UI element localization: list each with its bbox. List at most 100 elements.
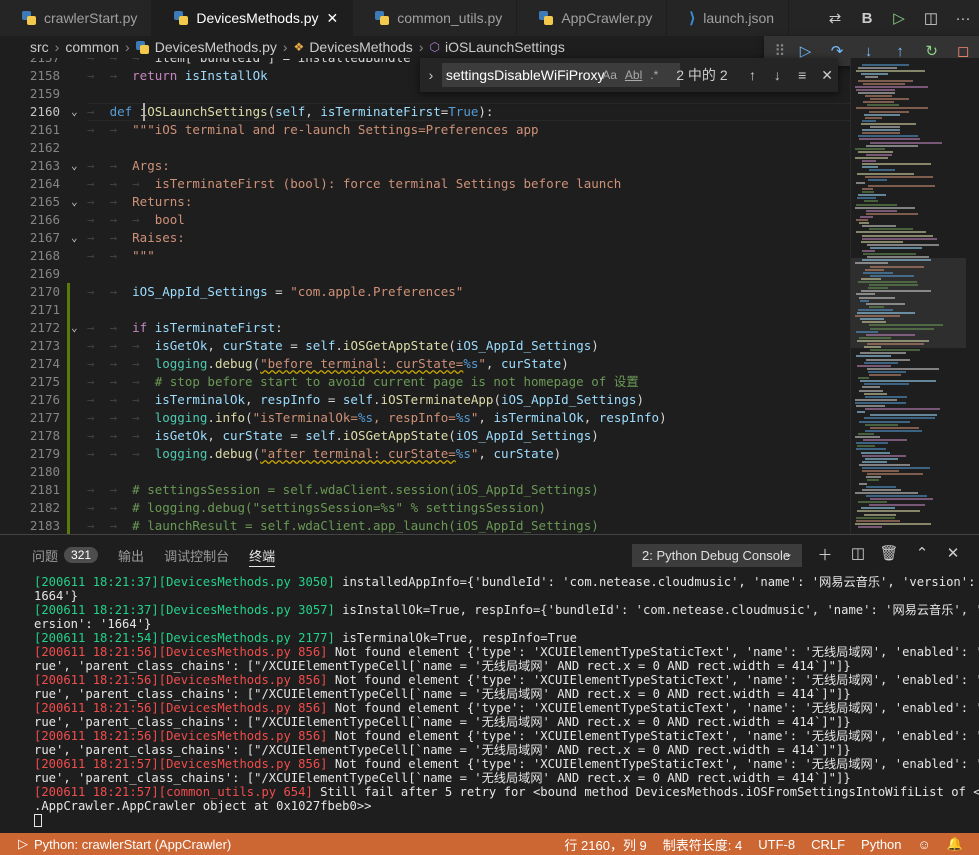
code-line[interactable]: 2161 → → """iOS terminal and re-launch Se… [0, 121, 850, 139]
terminal-line: [200611 18:21:37][DevicesMethods.py 3057… [34, 603, 979, 617]
tab-appcrawler[interactable]: AppCrawler.py [517, 0, 668, 36]
arrow-up-icon[interactable]: ↑ [742, 67, 764, 83]
more-actions-icon[interactable]: ··· [947, 10, 979, 27]
breadcrumb-item[interactable]: DevicesMethods.py [155, 39, 277, 55]
find-input[interactable]: settingsDisableWiFiProxy [441, 63, 681, 87]
minimap-line [867, 256, 929, 259]
minimap-line [858, 79, 913, 82]
close-icon[interactable]: ✕ [942, 544, 964, 562]
breadcrumb-item[interactable]: iOSLaunchSettings [445, 39, 565, 55]
step-into-icon[interactable]: ↓ [853, 43, 885, 60]
code-line[interactable]: 2182 → → # logging.debug("settingsSession… [0, 499, 850, 517]
breadcrumb-item[interactable]: src [30, 39, 49, 55]
code-editor[interactable]: 2157 → → → item[ bundleId ] = installedBu… [0, 58, 850, 534]
minimap[interactable] [850, 58, 979, 534]
trash-icon[interactable]: 🗑 [878, 544, 900, 562]
minimap-line [862, 321, 886, 324]
debug-status[interactable]: ▷ Python: crawlerStart (AppCrawler) [0, 836, 231, 852]
fold-chevron-icon[interactable]: ⌄ [71, 157, 78, 175]
code-line[interactable]: 2179 → → → logging.debug("after terminal:… [0, 445, 850, 463]
code-line[interactable]: 2173 → → → isGetOk, curState = self.iOSGe… [0, 337, 850, 355]
tab-launch-json[interactable]: ⟩ launch.json [667, 0, 790, 36]
match-word-icon[interactable]: Abl [625, 68, 642, 82]
minimap-line [865, 95, 892, 97]
breadcrumb-item[interactable]: common [65, 39, 119, 55]
minimap-line [856, 231, 926, 234]
chevron-right-icon[interactable]: › [420, 67, 442, 83]
tab-output[interactable]: 输出 [118, 535, 144, 575]
split-terminal-icon[interactable]: ◫ [847, 544, 869, 562]
breadcrumb-item[interactable]: DevicesMethods [309, 39, 413, 55]
line-number: 2162 [29, 140, 60, 155]
encoding[interactable]: UTF-8 [758, 837, 795, 852]
code-line[interactable]: 2163 ⌄ → → Args: [0, 157, 850, 175]
compare-icon[interactable]: ⇄ [819, 9, 851, 27]
fold-chevron-icon[interactable]: ⌄ [71, 229, 78, 247]
new-terminal-icon[interactable]: ＋ [814, 544, 836, 565]
code-line[interactable]: 2168 → → """ [0, 247, 850, 265]
minimap-line [868, 178, 887, 181]
code-line[interactable]: 2165 ⌄ → → Returns: [0, 193, 850, 211]
tab-terminal[interactable]: 终端 [249, 535, 276, 575]
language-mode[interactable]: Python [861, 837, 901, 852]
code-text: → → Returns: [87, 194, 193, 209]
tab-debug-console[interactable]: 调试控制台 [164, 535, 229, 575]
regex-icon[interactable]: .* [650, 68, 658, 82]
find-in-selection-icon[interactable]: ≡ [791, 67, 813, 83]
minimap-line [856, 355, 891, 358]
tab-problems[interactable]: 问题 321 [32, 535, 99, 575]
code-line[interactable]: 2180 [0, 463, 850, 481]
code-line[interactable]: 2162 [0, 139, 850, 157]
minimap-line [856, 219, 868, 221]
code-line[interactable]: 2166 → → → bool [0, 211, 850, 229]
code-line[interactable]: 2169 [0, 265, 850, 283]
tab-devicesmethods[interactable]: DevicesMethods.py ✕ [152, 0, 354, 36]
code-text: → → → item[ bundleId ] = installedBundle [87, 58, 411, 67]
minimap-line [870, 426, 919, 429]
terminal-prompt[interactable] [34, 813, 979, 827]
code-line[interactable]: 2177 → → → logging.info("isTerminalOk=%s,… [0, 409, 850, 427]
run-icon[interactable]: ▷ [883, 9, 915, 27]
code-line[interactable]: 2176 → → → isTerminalOk, respInfo = self.… [0, 391, 850, 409]
terminal-output[interactable]: [200611 18:21:37][DevicesMethods.py 3050… [0, 575, 979, 834]
fold-chevron-icon[interactable]: ⌄ [71, 193, 78, 211]
arrow-down-icon[interactable]: ↓ [766, 67, 788, 83]
code-line[interactable]: 2174 → → → logging.debug("before terminal… [0, 355, 850, 373]
close-icon[interactable]: ✕ [327, 10, 339, 27]
line-ending[interactable]: CRLF [811, 837, 845, 852]
code-line[interactable]: 2175 → → → # stop before start to avoid c… [0, 373, 850, 391]
line-number: 2168 [29, 248, 60, 263]
git-change-marker [67, 355, 70, 373]
fold-chevron-icon[interactable]: ⌄ [71, 103, 78, 121]
minimap-line [859, 420, 910, 423]
fold-chevron-icon[interactable]: ⌄ [71, 319, 78, 337]
code-line[interactable]: 2164 → → → isTerminateFirst (bool): force… [0, 175, 850, 193]
minimap-line [867, 367, 939, 370]
line-number: 2172 [29, 320, 60, 335]
maximize-panel-icon[interactable]: ⌃ [911, 544, 933, 562]
code-line[interactable]: 2167 ⌄ → → Raises: [0, 229, 850, 247]
minimap-line [865, 76, 878, 79]
code-line[interactable]: 2160 ⌄ → def iOSLaunchSettings(self, isTer… [0, 103, 850, 121]
code-line[interactable]: 2172 ⌄ → → if isTerminateFirst: [0, 319, 850, 337]
split-editor-icon[interactable]: ◫ [915, 9, 947, 27]
bell-icon[interactable]: 🔔 [947, 836, 963, 852]
cursor-position[interactable]: 行 2160，列 9 [564, 835, 646, 854]
code-line[interactable]: 2171 [0, 301, 850, 319]
code-line[interactable]: 2183 → → # launchResult = self.wdaClient.… [0, 517, 850, 534]
tab-common-utils[interactable]: common_utils.py [353, 0, 518, 36]
close-icon[interactable]: ✕ [816, 67, 838, 84]
code-line[interactable]: 2178 → → → isGetOk, curState = self.iOSGe… [0, 427, 850, 445]
tab-size[interactable]: 制表符长度: 4 [663, 835, 742, 854]
step-out-icon[interactable]: ↑ [884, 43, 916, 60]
match-case-icon[interactable]: Aa [602, 68, 617, 82]
minimap-line [869, 504, 925, 507]
line-number: 2170 [29, 284, 60, 299]
minimap-line [855, 85, 928, 88]
tab-crawlerstart[interactable]: crawlerStart.py [0, 0, 153, 36]
code-line[interactable]: 2170 → → iOS_AppId_Settings = "com.apple.… [0, 283, 850, 301]
terminal-select[interactable]: 2: Python Debug Console ⌄ [632, 544, 802, 567]
code-line[interactable]: 2181 → → # settingsSession = self.wdaClie… [0, 481, 850, 499]
bold-icon[interactable]: B [851, 10, 883, 27]
feedback-icon[interactable]: ☺ [918, 837, 931, 852]
